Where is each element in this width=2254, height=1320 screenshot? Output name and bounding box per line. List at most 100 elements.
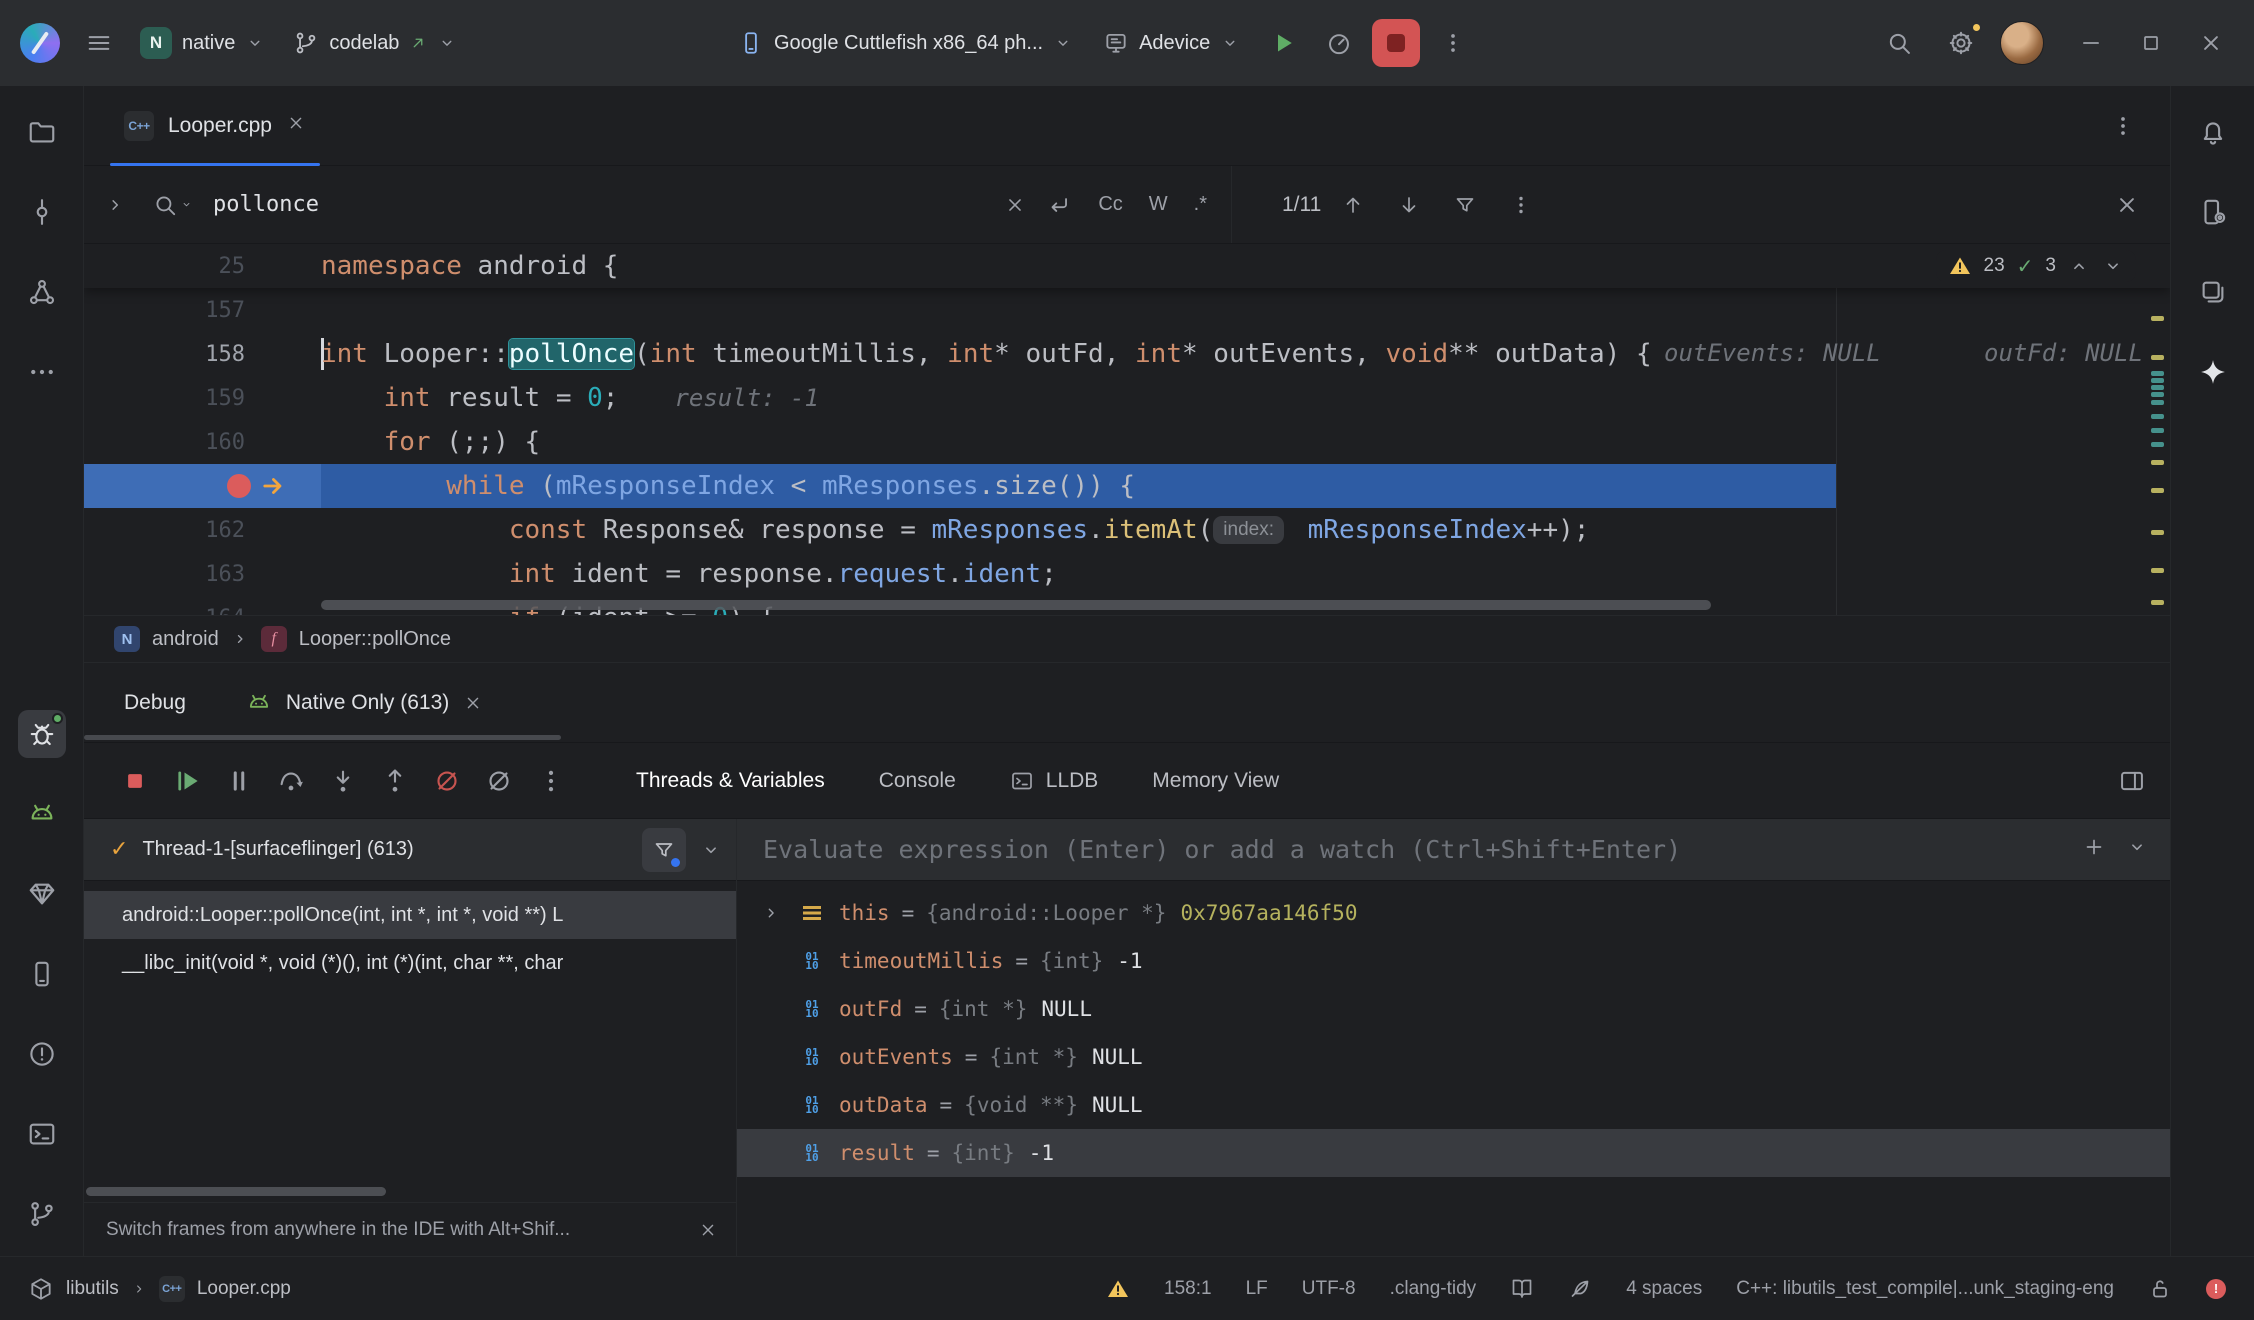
breakpoint-gutter[interactable] bbox=[84, 473, 321, 499]
debug-tab-lldb[interactable]: LLDB bbox=[1010, 769, 1099, 793]
next-problem-button[interactable] bbox=[2102, 255, 2124, 277]
code-line-158[interactable]: 158int Looper::pollOnce(int timeoutMilli… bbox=[84, 332, 2170, 376]
variable-row[interactable]: 0110outEvents={int *}NULL bbox=[737, 1033, 2170, 1081]
line-number[interactable]: 164 bbox=[84, 606, 321, 616]
line-number[interactable]: 158 bbox=[84, 342, 321, 367]
variable-row[interactable]: 0110result={int}-1 bbox=[737, 1129, 2170, 1177]
line-number[interactable]: 163 bbox=[84, 562, 321, 587]
main-menu-button[interactable] bbox=[76, 20, 122, 66]
whole-words-toggle[interactable]: W bbox=[1143, 189, 1174, 220]
close-search-button[interactable] bbox=[2114, 192, 2140, 218]
version-control-button[interactable] bbox=[18, 1190, 66, 1238]
device-manager-button[interactable] bbox=[2189, 188, 2237, 236]
code-line-157[interactable]: 157 bbox=[84, 288, 2170, 332]
evaluate-expand-icon[interactable] bbox=[2126, 836, 2148, 864]
add-watch-icon[interactable] bbox=[2082, 835, 2106, 865]
code-line-160[interactable]: 160 for (;;) { bbox=[84, 420, 2170, 464]
notifications-button[interactable] bbox=[2189, 108, 2237, 156]
editor-horizontal-scrollbar[interactable] bbox=[321, 600, 1711, 610]
project-tool-button[interactable] bbox=[18, 108, 66, 156]
app-quality-insights-button[interactable] bbox=[18, 870, 66, 918]
close-window-button[interactable] bbox=[2188, 20, 2234, 66]
logcat-tool-button[interactable] bbox=[18, 790, 66, 838]
search-options-button[interactable] bbox=[1497, 181, 1545, 229]
more-actions-button[interactable] bbox=[1430, 20, 1476, 66]
resume-program-button[interactable] bbox=[166, 760, 208, 802]
minimize-button[interactable] bbox=[2068, 20, 2114, 66]
hide-frames-filter-button[interactable] bbox=[642, 828, 686, 872]
commit-tool-button[interactable] bbox=[18, 188, 66, 236]
line-number[interactable]: 159 bbox=[84, 386, 321, 411]
problems-tool-button[interactable] bbox=[18, 1030, 66, 1078]
error-notification-badge[interactable]: ! bbox=[2206, 1279, 2226, 1299]
code-line-161[interactable]: while (mResponseIndex < mResponses.size(… bbox=[84, 464, 2170, 508]
regex-toggle[interactable]: .* bbox=[1188, 189, 1213, 220]
debug-more-options-button[interactable] bbox=[530, 760, 572, 802]
step-into-button[interactable] bbox=[322, 760, 364, 802]
code-line-162[interactable]: 162 const Response& response = mResponse… bbox=[84, 508, 2170, 552]
pause-program-button[interactable] bbox=[218, 760, 260, 802]
code-line-163[interactable]: 163 int ident = response.request.ident; bbox=[84, 552, 2170, 596]
clang-tidy-widget[interactable]: .clang-tidy bbox=[1390, 1278, 1477, 1300]
tab-options-button[interactable] bbox=[2100, 103, 2146, 149]
editor-tab-looper-cpp[interactable]: C++ Looper.cpp bbox=[110, 86, 320, 165]
running-devices-button[interactable] bbox=[2189, 268, 2237, 316]
settings-button[interactable] bbox=[1938, 20, 1984, 66]
search-everywhere-button[interactable] bbox=[1876, 20, 1922, 66]
newline-button[interactable] bbox=[1046, 192, 1072, 218]
thread-selector[interactable]: ✓ Thread-1-[surfaceflinger] (613) bbox=[84, 819, 736, 881]
highlighting-level-icon[interactable] bbox=[1568, 1277, 1592, 1301]
debug-tool-button[interactable] bbox=[18, 710, 66, 758]
close-tab-icon[interactable] bbox=[286, 113, 306, 139]
profiler-button[interactable] bbox=[1316, 20, 1362, 66]
previous-problem-button[interactable] bbox=[2068, 255, 2090, 277]
step-out-button[interactable] bbox=[374, 760, 416, 802]
mute-breakpoints-button[interactable] bbox=[426, 760, 468, 802]
dismiss-banner-button[interactable] bbox=[698, 1220, 718, 1240]
debug-tab-memory-view[interactable]: Memory View bbox=[1152, 769, 1279, 793]
line-number[interactable]: 162 bbox=[84, 518, 321, 543]
evaluate-expression-input[interactable]: Evaluate expression (Enter) or add a wat… bbox=[737, 819, 2170, 881]
maximize-button[interactable] bbox=[2128, 20, 2174, 66]
code-editor[interactable]: 25namespace android { 157158int Looper::… bbox=[84, 244, 2170, 615]
search-filter-button[interactable] bbox=[1441, 181, 1489, 229]
stack-frame-row[interactable]: android::Looper::pollOnce(int, int *, in… bbox=[84, 891, 736, 939]
caret-position-widget[interactable]: 158:1 bbox=[1164, 1278, 1212, 1300]
line-number[interactable]: 25 bbox=[84, 254, 321, 279]
project-selector[interactable]: N native bbox=[130, 19, 275, 67]
stack-frame-row[interactable]: __libc_init(void *, void (*)(), int (*)(… bbox=[84, 939, 736, 987]
run-button[interactable] bbox=[1260, 20, 1306, 66]
breakpoint-icon[interactable] bbox=[227, 474, 251, 498]
gemini-button[interactable] bbox=[2189, 348, 2237, 396]
debug-tab-threads-variables[interactable]: Threads & Variables bbox=[636, 769, 825, 793]
variable-row[interactable]: 0110timeoutMillis={int}-1 bbox=[737, 937, 2170, 985]
inspections-widget[interactable]: 23 ✓ 3 bbox=[1936, 250, 2136, 282]
reader-mode-icon[interactable] bbox=[1510, 1277, 1534, 1301]
statusbar-breadcrumb[interactable]: libutils C++ Looper.cpp bbox=[28, 1276, 291, 1302]
variable-row[interactable]: 0110outFd={int *}NULL bbox=[737, 985, 2170, 1033]
clear-search-button[interactable] bbox=[1004, 194, 1026, 216]
view-breakpoints-button[interactable] bbox=[478, 760, 520, 802]
breadcrumb-function[interactable]: f Looper::pollOnce bbox=[261, 626, 451, 652]
device-selector[interactable]: Google Cuttlefish x86_64 ph... bbox=[728, 19, 1083, 67]
vcs-branch-selector[interactable]: codelab bbox=[283, 19, 467, 67]
analysis-stripe[interactable] bbox=[2150, 244, 2166, 615]
expand-chevron-icon[interactable] bbox=[749, 903, 793, 923]
run-config-selector[interactable]: Adevice bbox=[1093, 19, 1250, 67]
line-number[interactable]: 157 bbox=[84, 298, 321, 323]
debug-tab-console[interactable]: Console bbox=[879, 769, 956, 793]
match-case-toggle[interactable]: Cc bbox=[1092, 189, 1128, 220]
search-history-icon[interactable] bbox=[152, 192, 193, 218]
breadcrumb-namespace[interactable]: N android bbox=[114, 626, 219, 652]
layout-settings-button[interactable] bbox=[2118, 767, 2146, 795]
lock-open-icon[interactable] bbox=[2148, 1277, 2172, 1301]
close-session-button[interactable] bbox=[463, 693, 483, 713]
previous-match-button[interactable] bbox=[1329, 181, 1377, 229]
indent-widget[interactable]: 4 spaces bbox=[1626, 1278, 1702, 1300]
code-line-159[interactable]: 159 int result = 0;result: -1 bbox=[84, 376, 2170, 420]
device-explorer-button[interactable] bbox=[18, 950, 66, 998]
frames-horizontal-scrollbar[interactable] bbox=[86, 1187, 386, 1196]
structure-tool-button[interactable] bbox=[18, 268, 66, 316]
search-query[interactable]: pollonce bbox=[213, 192, 984, 217]
step-over-button[interactable] bbox=[270, 760, 312, 802]
